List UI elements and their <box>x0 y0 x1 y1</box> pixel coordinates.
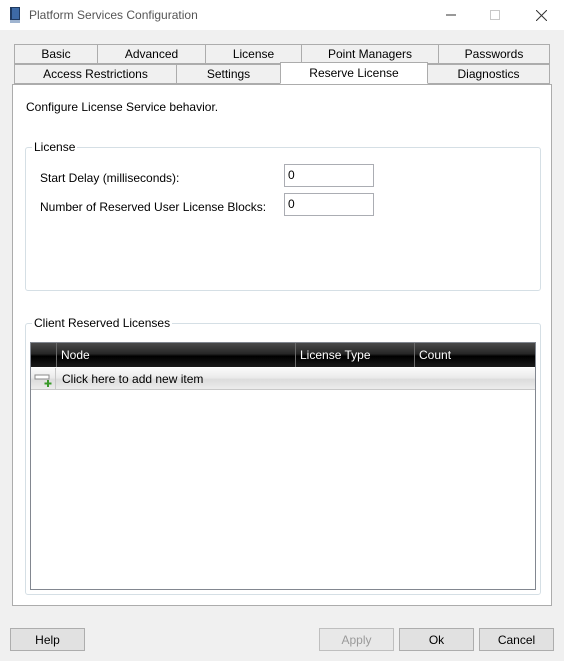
tab-label: Access Restrictions <box>43 67 148 81</box>
tab-access-restrictions[interactable]: Access Restrictions <box>14 64 177 84</box>
close-icon <box>535 9 547 21</box>
tab-reserve-license[interactable]: Reserve License <box>280 62 428 84</box>
client-reserved-group-title: Client Reserved Licenses <box>32 316 173 330</box>
grid-header: Node License Type Count <box>31 343 535 367</box>
tab-settings[interactable]: Settings <box>176 64 281 84</box>
tab-label: Basic <box>41 47 71 61</box>
minimize-button[interactable] <box>428 0 474 30</box>
title-bar[interactable]: Platform Services Configuration <box>0 0 564 30</box>
ok-button[interactable]: Ok <box>399 628 474 651</box>
tab-label: Point Managers <box>327 47 413 61</box>
license-group-title: License <box>32 140 78 154</box>
new-row-indicator <box>31 368 56 390</box>
help-button[interactable]: Help <box>10 628 85 651</box>
column-header-node[interactable]: Node <box>56 343 296 367</box>
tab-license[interactable]: License <box>205 44 302 64</box>
reserve-license-panel: Configure License Service behavior. Lice… <box>12 84 552 606</box>
start-delay-label: Start Delay (milliseconds): <box>40 171 180 185</box>
client-reserved-groupbox: Client Reserved Licenses Node License Ty… <box>25 316 541 595</box>
add-row-icon <box>34 374 52 387</box>
add-new-item-text: Click here to add new item <box>62 372 204 386</box>
app-book-icon <box>10 7 20 23</box>
maximize-button <box>472 0 518 30</box>
maximize-icon <box>490 10 500 20</box>
tab-label: Diagnostics <box>457 67 520 81</box>
license-groupbox: License Start Delay (milliseconds): 0 Nu… <box>25 140 541 291</box>
window-title: Platform Services Configuration <box>29 8 198 22</box>
tab-label: Passwords <box>464 47 524 61</box>
reserved-blocks-input[interactable]: 0 <box>284 193 374 216</box>
start-delay-input[interactable]: 0 <box>284 164 374 187</box>
reserved-blocks-label: Number of Reserved User License Blocks: <box>40 200 267 214</box>
column-header-license-type[interactable]: License Type <box>295 343 415 367</box>
cancel-button[interactable]: Cancel <box>479 628 554 651</box>
tab-label: Settings <box>206 67 251 81</box>
tab-point-managers[interactable]: Point Managers <box>301 44 439 64</box>
add-new-item-row[interactable]: Click here to add new item <box>31 368 535 390</box>
tab-basic[interactable]: Basic <box>14 44 98 64</box>
client-licenses-grid[interactable]: Node License Type Count Click here to ad… <box>30 342 536 590</box>
tab-advanced[interactable]: Advanced <box>97 44 206 64</box>
config-window: Platform Services Configuration Basic Ad… <box>0 0 564 661</box>
tab-passwords[interactable]: Passwords <box>438 44 550 64</box>
tab-label: License <box>232 47 275 61</box>
tab-label: Advanced <box>124 47 179 61</box>
column-header-count[interactable]: Count <box>414 343 535 367</box>
grid-row-header-corner <box>31 343 57 367</box>
minimize-icon <box>446 14 456 16</box>
apply-button: Apply <box>319 628 394 651</box>
tab-label: Reserve License <box>309 66 399 80</box>
close-button[interactable] <box>518 0 564 30</box>
panel-description: Configure License Service behavior. <box>26 100 219 114</box>
tab-diagnostics[interactable]: Diagnostics <box>427 64 550 84</box>
